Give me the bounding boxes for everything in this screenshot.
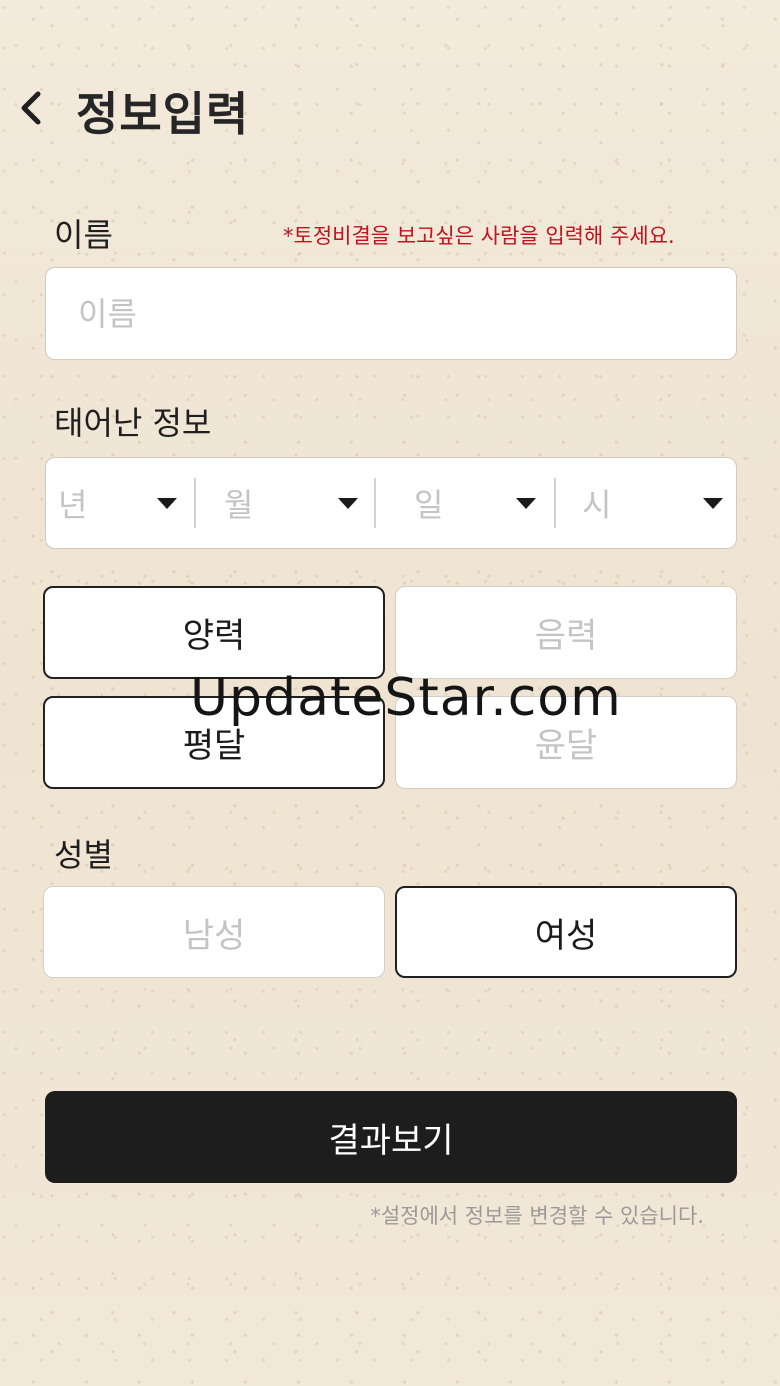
caret-down-icon: [338, 498, 358, 509]
male-label: 남성: [182, 915, 246, 956]
birth-info-label: 태어난 정보: [54, 404, 212, 442]
month-select[interactable]: 월: [196, 458, 374, 550]
leap-month-label: 윤달: [534, 726, 598, 766]
name-input[interactable]: [45, 267, 737, 360]
hour-select[interactable]: 시: [556, 458, 736, 550]
name-note: *토정비결을 보고싶은 사람을 입력해 주세요.: [283, 224, 675, 248]
day-select-value: 일: [414, 486, 444, 524]
female-button[interactable]: 여성: [395, 886, 737, 978]
normal-month-button[interactable]: 평달: [43, 696, 385, 789]
birth-date-selector: 년 월 일 시: [45, 457, 737, 549]
year-select-value: 년: [58, 486, 88, 524]
view-result-button[interactable]: 결과보기: [45, 1091, 737, 1183]
page-title: 정보입력: [76, 87, 250, 141]
solar-calendar-button[interactable]: 양력: [43, 586, 385, 679]
hour-select-value: 시: [582, 486, 612, 524]
normal-month-label: 평달: [182, 726, 246, 766]
leap-month-button[interactable]: 윤달: [395, 696, 737, 789]
male-button[interactable]: 남성: [43, 886, 385, 978]
female-label: 여성: [534, 915, 598, 956]
name-label: 이름: [54, 216, 113, 254]
month-select-value: 월: [224, 486, 254, 524]
caret-down-icon: [703, 498, 723, 509]
lunar-calendar-button[interactable]: 음력: [395, 586, 737, 679]
lunar-calendar-label: 음력: [534, 616, 598, 656]
view-result-label: 결과보기: [328, 1120, 454, 1161]
caret-down-icon: [157, 498, 177, 509]
caret-down-icon: [516, 498, 536, 509]
footer-note: *설정에서 정보를 변경할 수 있습니다.: [370, 1204, 704, 1228]
day-select[interactable]: 일: [376, 458, 554, 550]
back-button[interactable]: [14, 86, 50, 130]
year-select[interactable]: 년: [46, 458, 194, 550]
solar-calendar-label: 양력: [182, 616, 246, 656]
chevron-left-icon: [21, 91, 41, 125]
gender-label: 성별: [54, 836, 113, 874]
